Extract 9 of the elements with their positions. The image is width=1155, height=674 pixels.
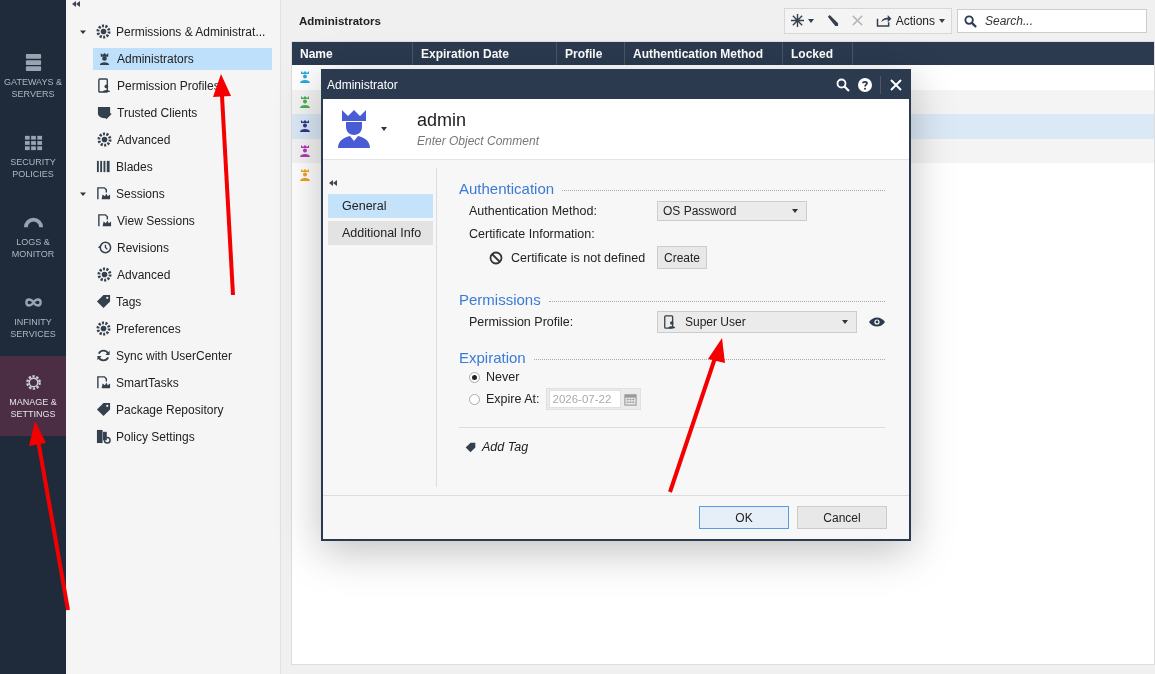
field-label: Certificate Information: (469, 227, 596, 241)
section-heading: Authentication (459, 180, 555, 197)
field-label: Permission Profile: (469, 314, 575, 329)
section-heading: Permissions (459, 291, 541, 308)
section-heading: Expiration (459, 349, 526, 366)
page-title: Administrators (299, 14, 382, 27)
certificate-status: Certificate is not defined (511, 250, 646, 265)
field-label: Authentication Method: (469, 203, 598, 218)
dialog-title: Administrator (327, 78, 399, 92)
